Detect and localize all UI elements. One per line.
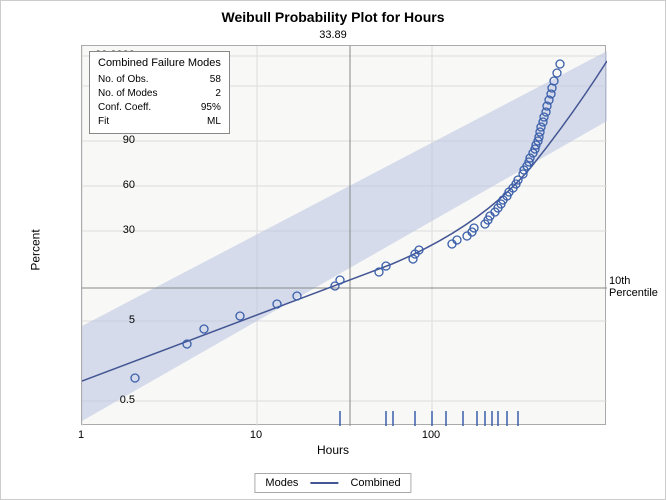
y-tick: 60 [123, 179, 135, 191]
info-label: No. of Modes [98, 87, 157, 101]
info-row: Conf. Coeff. 95% [98, 101, 221, 115]
info-value: 95% [201, 101, 221, 115]
legend-line-icon [310, 482, 338, 484]
info-label: Conf. Coeff. [98, 101, 151, 115]
info-row: No. of Modes 2 [98, 87, 221, 101]
info-value: ML [207, 115, 221, 129]
x-axis-label: Hours [317, 443, 349, 457]
info-row: No. of Obs. 58 [98, 73, 221, 87]
info-box-title: Combined Failure Modes [98, 56, 221, 71]
info-row: Fit ML [98, 115, 221, 129]
info-label: Fit [98, 115, 109, 129]
chart-container: Weibull Probability Plot for Hours 33.89… [0, 0, 666, 500]
y-axis-label: Percent [29, 229, 43, 270]
y-tick: 0.5 [120, 394, 135, 406]
info-value: 58 [210, 73, 221, 87]
plot-area: Combined Failure Modes No. of Obs. 58 No… [81, 45, 606, 425]
info-value: 2 [215, 87, 221, 101]
reference-x-label: 33.89 [1, 29, 665, 41]
y-tick: 90 [123, 134, 135, 146]
info-label: No. of Obs. [98, 73, 149, 87]
x-tick: 100 [422, 429, 440, 441]
rug-ticks [340, 411, 518, 426]
legend-item-label: Combined [350, 477, 400, 489]
legend-title: Modes [265, 477, 298, 489]
legend: Modes Combined [254, 473, 411, 493]
x-tick: 1 [78, 429, 84, 441]
y-tick: 5 [129, 314, 135, 326]
x-tick: 10 [250, 429, 262, 441]
y-tick: 30 [123, 224, 135, 236]
reference-y-label: 10th Percentile [609, 275, 665, 299]
chart-title: Weibull Probability Plot for Hours [1, 1, 665, 25]
info-box: Combined Failure Modes No. of Obs. 58 No… [89, 51, 230, 134]
